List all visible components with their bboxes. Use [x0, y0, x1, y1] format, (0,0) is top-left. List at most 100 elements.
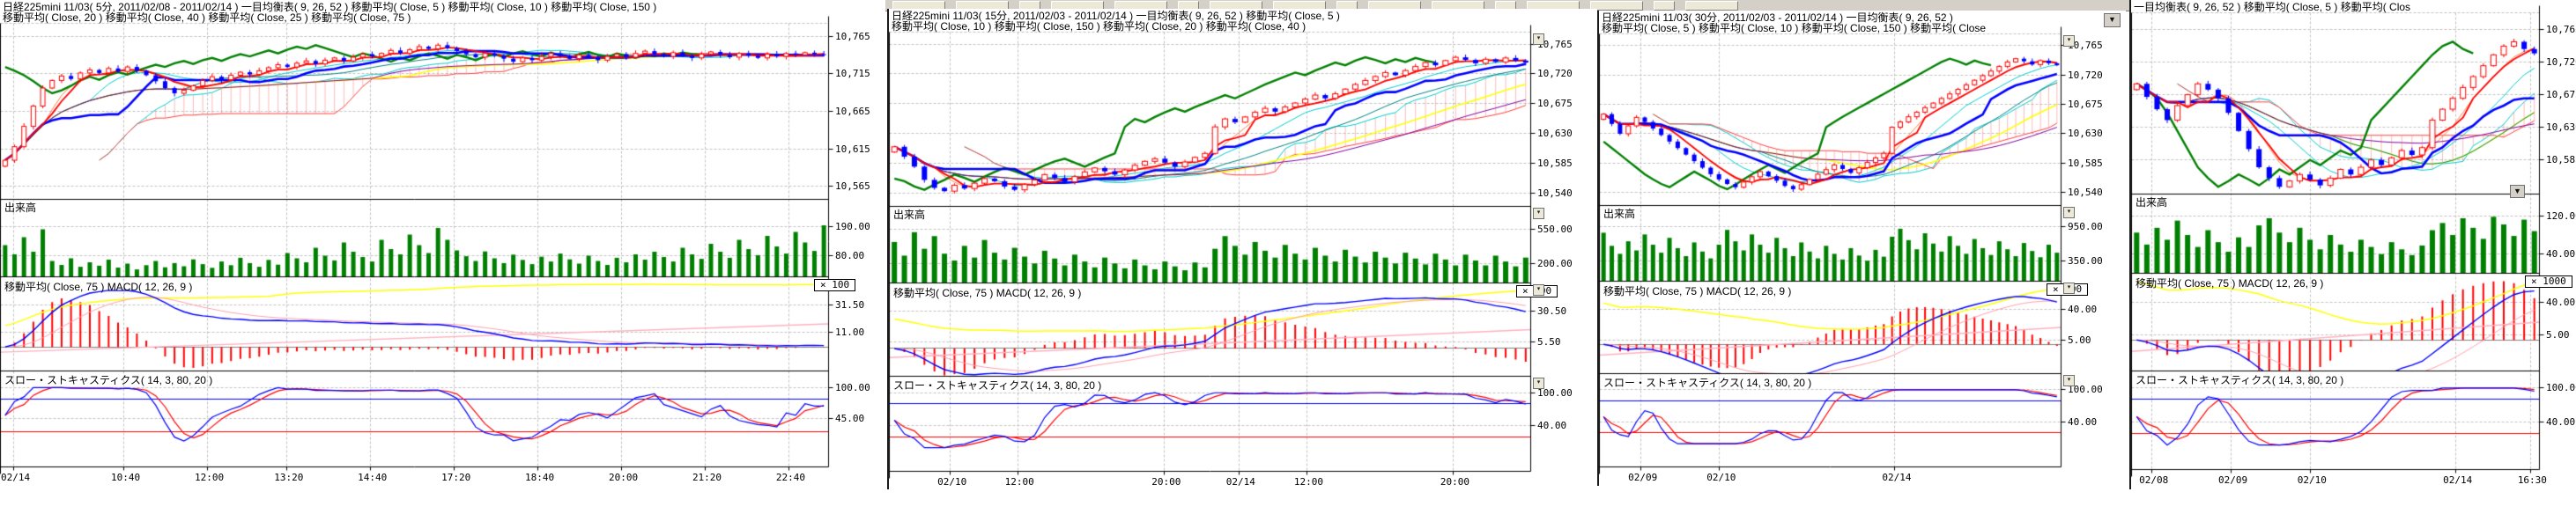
- macd-axis-label: 30.50: [1537, 306, 1566, 316]
- volume-axis-label: 200.00: [1537, 259, 1573, 268]
- price-axis-label: 10,765: [835, 32, 870, 41]
- price-axis-label: 10,715: [835, 69, 870, 78]
- time-axis-label: 22:40: [776, 473, 805, 482]
- chart-canvas[interactable]: [2131, 0, 2576, 489]
- chart-canvas[interactable]: [1599, 11, 2128, 486]
- price-axis-label: 10,675: [2068, 99, 2103, 109]
- macd-pane-label: 移動平均( Close, 75 ) MACD( 12, 26, 9 ): [2136, 278, 2323, 289]
- chart-window-2: 日経225mini 11/03( 15分, 2011/02/03 - 2011/…: [887, 9, 1597, 489]
- chart-window-4: 一目均衡表( 9, 26, 52 ) 移動平均( Close, 5 ) 移動平均…: [2129, 0, 2576, 489]
- price-axis-label: 10,675: [1537, 99, 1573, 108]
- macd-axis-label: 5.50: [1537, 337, 1561, 347]
- volume-axis-label: 350.00: [2068, 256, 2103, 266]
- time-axis-label: 20:00: [1151, 477, 1181, 487]
- volume-axis-label: 120.00: [2546, 211, 2576, 221]
- chart-window-3: 日経225mini 11/03( 30分, 2011/02/03 - 2011/…: [1597, 11, 2126, 486]
- price-axis-label: 10,540: [1537, 188, 1573, 198]
- time-axis-label: 02/09: [1628, 473, 1657, 482]
- volume-scale-badge: × 1000: [2525, 275, 2572, 288]
- stochastics-axis-label: 100.00: [2546, 383, 2576, 393]
- stochastics-pane-label: スロー・ストキャスティクス( 14, 3, 80, 20 ): [4, 375, 212, 386]
- volume-pane-label: 出来高: [1603, 209, 1635, 219]
- volume-axis-label: 550.00: [1537, 224, 1573, 234]
- volume-axis-label: 40.00: [2546, 249, 2575, 259]
- time-axis-label: 12:00: [1005, 477, 1034, 487]
- stochastics-pane-label: スロー・ストキャスティクス( 14, 3, 80, 20 ): [2136, 375, 2343, 386]
- chart-title: 一目均衡表( 9, 26, 52 ) 移動平均( Close, 5 ) 移動平均…: [2134, 2, 2410, 12]
- price-axis-label: 10,665: [835, 106, 870, 116]
- price-axis-label: 10,630: [2068, 128, 2103, 138]
- stochastics-axis-label: 45.00: [835, 414, 864, 423]
- chart-indicator-list: 移動平均( Close, 20 ) 移動平均( Close, 40 ) 移動平均…: [3, 12, 411, 23]
- time-axis-label: 12:00: [195, 473, 224, 482]
- price-axis-label: 10,720: [2546, 57, 2576, 67]
- pane-scale-button[interactable]: ▾: [1533, 284, 1544, 296]
- time-axis-label: 02/14: [1882, 473, 1911, 482]
- pane-scale-button[interactable]: ▾: [1533, 33, 1544, 45]
- time-axis-label: 18:40: [525, 473, 554, 482]
- time-axis-label: 02/09: [2218, 475, 2247, 485]
- macd-axis-label: 31.50: [835, 300, 864, 310]
- time-axis-label: 10:40: [111, 473, 140, 482]
- volume-axis-label: 80.00: [835, 251, 864, 261]
- time-axis-label: 20:00: [1440, 477, 1469, 487]
- volume-pane-label: 出来高: [893, 209, 925, 220]
- time-axis-label: 02/14: [1226, 477, 1255, 487]
- price-axis-label: 10,675: [2546, 90, 2576, 99]
- time-axis-label: 13:20: [274, 473, 303, 482]
- time-axis-label: 20:00: [609, 473, 638, 482]
- stochastics-axis-label: 40.00: [1537, 421, 1566, 430]
- time-axis-label: 17:20: [441, 473, 470, 482]
- time-axis-label: 02/08: [2139, 475, 2168, 485]
- time-axis-label: 21:20: [692, 473, 722, 482]
- pane-scale-button[interactable]: ▾: [2063, 207, 2075, 218]
- volume-pane-label: 出来高: [4, 202, 36, 213]
- stochastics-pane-label: スロー・ストキャスティクス( 14, 3, 80, 20 ): [1603, 378, 1811, 388]
- toolbar-button[interactable]: [1654, 1, 1675, 11]
- price-axis-label: 10,585: [2068, 158, 2103, 168]
- pane-scale-button[interactable]: ▾: [1533, 208, 1544, 219]
- time-axis-label: 12:00: [1294, 477, 1323, 487]
- chart-menu-dropdown-button[interactable]: ▼: [2104, 13, 2121, 27]
- chart-indicator-list: 移動平均( Close, 5 ) 移動平均( Close, 10 ) 移動平均(…: [1602, 23, 1986, 33]
- time-axis-label: 02/14: [2443, 475, 2472, 485]
- toolbar-button[interactable]: [1685, 1, 1738, 11]
- price-axis-label: 10,565: [835, 181, 870, 191]
- time-axis-label: 14:40: [358, 473, 387, 482]
- macd-axis-label: 5.00: [2068, 335, 2091, 345]
- axis-scroll-button[interactable]: ▼: [2510, 185, 2525, 198]
- time-axis-label: 02/10: [937, 477, 966, 487]
- volume-axis-label: 190.00: [835, 222, 870, 231]
- stochastics-axis-label: 100.00: [1537, 388, 1573, 398]
- macd-pane-label: 移動平均( Close, 75 ) MACD( 12, 26, 9 ): [893, 288, 1081, 298]
- price-axis-label: 10,540: [2068, 187, 2103, 197]
- macd-axis-label: 40.00: [2068, 305, 2097, 314]
- volume-pane-label: 出来高: [2136, 197, 2167, 208]
- macd-axis-label: 40.00: [2546, 297, 2575, 307]
- time-axis-label: 02/14: [1, 473, 30, 482]
- time-axis-label: 16:30: [2518, 475, 2547, 485]
- price-axis-label: 10,720: [2068, 70, 2103, 80]
- macd-pane-label: 移動平均( Close, 75 ) MACD( 12, 26, 9 ): [1603, 286, 1791, 297]
- chart-canvas[interactable]: [889, 9, 1599, 489]
- time-axis-label: 02/10: [1706, 473, 1736, 482]
- volume-scale-badge: × 100: [814, 279, 855, 291]
- chevron-down-icon: ▼: [2108, 15, 2116, 24]
- trading-app-workspace: 日経225mini 11/03( 5分, 2011/02/08 - 2011/0…: [0, 0, 2576, 514]
- pane-scale-button[interactable]: ▾: [1533, 378, 1544, 389]
- stochastics-axis-label: 40.00: [2068, 417, 2097, 427]
- stochastics-axis-label: 100.00: [2068, 385, 2103, 394]
- chart-indicator-list: 移動平均( Close, 10 ) 移動平均( Close, 150 ) 移動平…: [892, 21, 1306, 32]
- stochastics-axis-label: 100.00: [835, 383, 870, 393]
- pane-scale-button[interactable]: ▾: [2063, 283, 2075, 294]
- chart-canvas[interactable]: [0, 0, 885, 486]
- pane-scale-button[interactable]: ▾: [2063, 35, 2075, 47]
- time-axis-label: 02/10: [2298, 475, 2327, 485]
- chart-window-1: 日経225mini 11/03( 5分, 2011/02/08 - 2011/0…: [0, 0, 885, 486]
- price-axis-label: 10,765: [2546, 25, 2576, 34]
- price-axis-label: 10,585: [1537, 158, 1573, 168]
- arrow-down-icon: ▼: [2513, 187, 2521, 195]
- pane-scale-button[interactable]: ▾: [2063, 375, 2075, 386]
- price-axis-label: 10,720: [1537, 69, 1573, 78]
- macd-pane-label: 移動平均( Close, 75 ) MACD( 12, 26, 9 ): [4, 282, 192, 292]
